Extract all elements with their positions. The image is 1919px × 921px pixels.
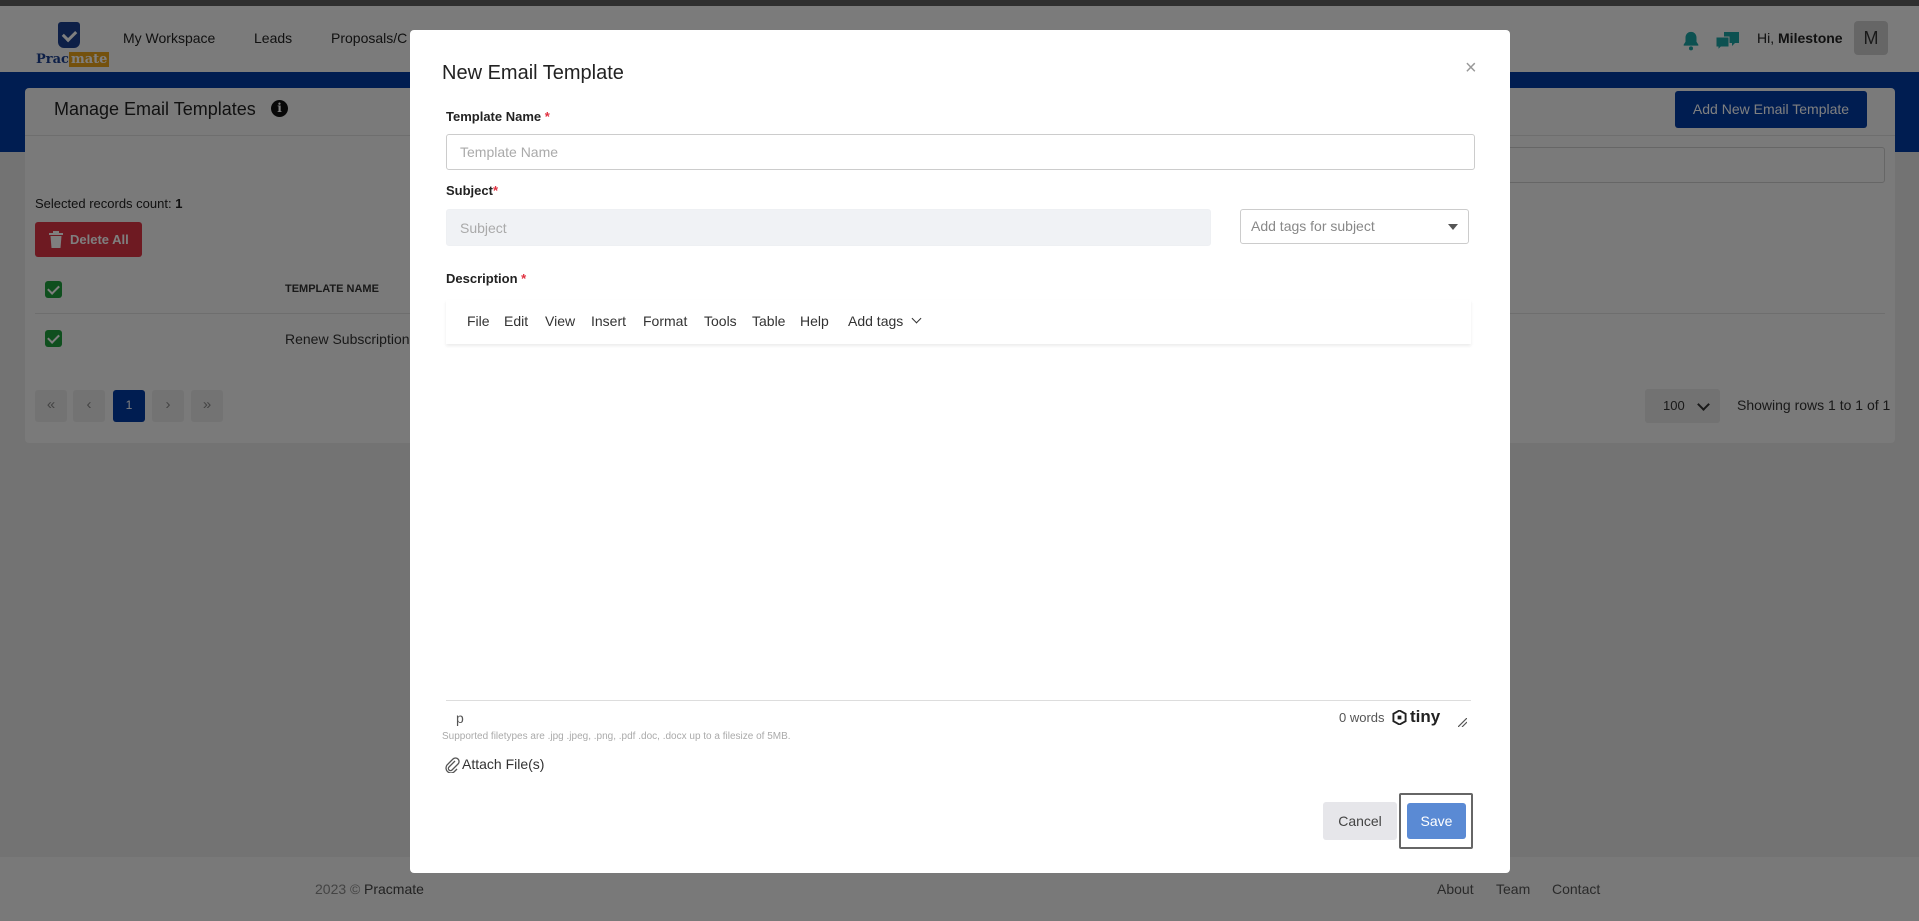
paperclip-icon <box>445 757 460 773</box>
caret-down-icon <box>1448 224 1458 230</box>
subject-input[interactable] <box>446 209 1211 246</box>
attach-files-label: Attach File(s) <box>462 756 545 772</box>
attach-files-link[interactable]: Attach File(s) <box>445 756 545 773</box>
description-label: Description * <box>446 271 527 286</box>
description-editor[interactable] <box>446 348 1471 700</box>
resize-handle-icon[interactable] <box>1458 718 1467 727</box>
element-path[interactable]: p <box>456 710 464 726</box>
new-email-template-modal: New Email Template × Template Name * Sub… <box>410 30 1510 873</box>
editor-menu-add-tags[interactable]: Add tags <box>848 313 903 329</box>
template-name-label: Template Name * <box>446 109 550 124</box>
subject-tags-select[interactable]: Add tags for subject <box>1240 209 1469 244</box>
editor-menu-view[interactable]: View <box>545 313 575 329</box>
supported-filetypes-note: Supported filetypes are .jpg .jpeg, .png… <box>442 731 791 742</box>
editor-menu-help[interactable]: Help <box>800 313 829 329</box>
word-count[interactable]: 0 words <box>1339 710 1385 725</box>
tiny-logo-icon <box>1392 710 1407 725</box>
tiny-brand-link[interactable]: tiny <box>1410 707 1440 727</box>
subject-label: Subject* <box>446 183 499 198</box>
cancel-button[interactable]: Cancel <box>1323 802 1397 840</box>
modal-title: New Email Template <box>442 62 624 84</box>
editor-menu-tools[interactable]: Tools <box>704 313 737 329</box>
editor-menu-table[interactable]: Table <box>752 313 785 329</box>
editor-menubar: File Edit View Insert Format Tools Table… <box>446 300 1471 344</box>
template-name-input[interactable] <box>446 134 1475 170</box>
save-button[interactable]: Save <box>1407 803 1466 839</box>
editor-menu-file[interactable]: File <box>467 313 490 329</box>
editor-statusbar: p 0 words tiny <box>446 700 1471 735</box>
chevron-down-icon <box>911 313 922 324</box>
editor-menu-format[interactable]: Format <box>643 313 687 329</box>
editor-menu-edit[interactable]: Edit <box>504 313 528 329</box>
close-icon[interactable]: × <box>1465 58 1477 78</box>
editor-menu-insert[interactable]: Insert <box>591 313 626 329</box>
